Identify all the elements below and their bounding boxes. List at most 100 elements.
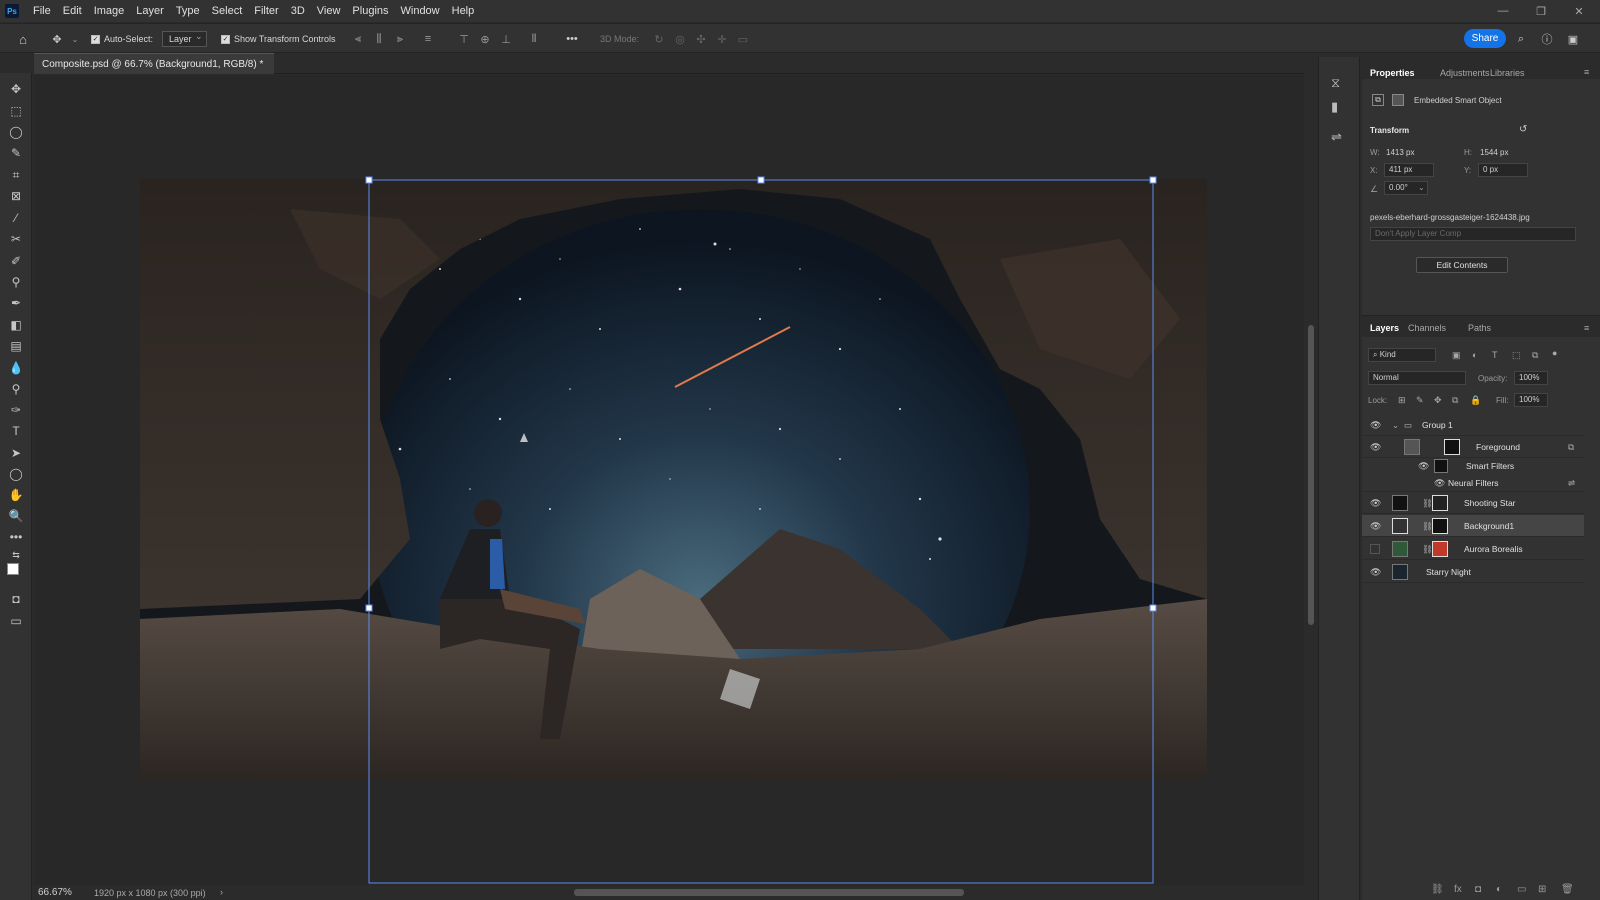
layer-neural-filters[interactable]: 👁 Neural Filters ⇌	[1362, 475, 1584, 492]
tab-layers[interactable]: Layers	[1370, 323, 1399, 333]
zoom-level[interactable]: 66.67%	[38, 887, 72, 898]
x-position-field[interactable]: 411 px	[1384, 163, 1434, 177]
chevron-down-icon[interactable]: ⌄	[1418, 183, 1425, 192]
opacity-field[interactable]: 100%	[1514, 371, 1548, 385]
layer-smart-filters[interactable]: 👁 Smart Filters	[1362, 458, 1584, 475]
layer-aurora-borealis[interactable]: ⛓ Aurora Borealis	[1362, 538, 1584, 560]
quick-select-tool-icon[interactable]: ✎	[8, 145, 24, 161]
delete-layer-icon[interactable]: 🗑	[1561, 884, 1574, 895]
adjustment-layer-icon[interactable]: ◐	[1496, 884, 1502, 895]
filter-pixel-icon[interactable]: ▣	[1452, 350, 1461, 361]
menu-view[interactable]: View	[311, 0, 347, 22]
transform-handle[interactable]	[1149, 604, 1157, 612]
checkbox-icon[interactable]: ✓	[91, 34, 100, 44]
distribute-vertical-icon[interactable]: ⫴	[527, 32, 541, 46]
orbit-3d-icon[interactable]: ↻	[652, 32, 666, 46]
lock-artboard-icon[interactable]: ⧉	[1452, 395, 1458, 406]
more-options-icon[interactable]: •••	[565, 32, 579, 46]
visibility-eye-icon[interactable]: 👁	[1370, 442, 1382, 452]
transform-handle[interactable]	[365, 176, 373, 184]
filter-shape-icon[interactable]: ⬚	[1512, 350, 1521, 361]
layer-group-1[interactable]: 👁 ⌄ ▭ Group 1	[1362, 414, 1584, 436]
lock-pixels-icon[interactable]: ✎	[1416, 395, 1424, 406]
menu-file[interactable]: File	[27, 0, 57, 22]
tab-adjustments[interactable]: Adjustments	[1440, 68, 1490, 78]
zoom-tool-icon[interactable]: 🔍	[8, 508, 24, 524]
auto-select-dropdown[interactable]: Layer	[162, 29, 207, 47]
gradient-tool-icon[interactable]: ▤	[8, 338, 24, 354]
comments-panel-icon[interactable]: ▮	[1331, 99, 1338, 115]
filter-adjustment-icon[interactable]: ◐	[1472, 350, 1477, 360]
panel-menu-icon[interactable]: ≡	[1584, 323, 1589, 333]
tab-paths[interactable]: Paths	[1468, 323, 1491, 333]
healing-tool-icon[interactable]: ✂	[8, 231, 24, 247]
new-group-icon[interactable]: ▭	[1517, 884, 1526, 895]
screen-mode-icon[interactable]: ▭	[8, 613, 24, 629]
menu-edit[interactable]: Edit	[57, 0, 88, 22]
close-window-button[interactable]: ✕	[1560, 0, 1598, 22]
brush-tool-icon[interactable]: ✐	[8, 253, 24, 269]
restore-button[interactable]: ❐	[1522, 0, 1560, 22]
visibility-eye-icon[interactable]: 👁	[1370, 420, 1382, 430]
history-brush-icon[interactable]: ✒	[8, 295, 24, 311]
layer-starry-night[interactable]: 👁 Starry Night	[1362, 561, 1584, 583]
lock-all-icon[interactable]: 🔒	[1470, 395, 1481, 406]
filter-smart-object-icon[interactable]: ⧉	[1532, 350, 1538, 361]
slide-3d-icon[interactable]: ✛	[715, 32, 729, 46]
align-middle-icon[interactable]: ⊕	[478, 32, 492, 46]
edit-contents-button[interactable]: Edit Contents	[1416, 257, 1508, 273]
filter-options-icon[interactable]: ⇌	[1568, 478, 1575, 489]
lock-transparency-icon[interactable]: ⊞	[1398, 395, 1406, 406]
checkbox-icon[interactable]: ✓	[221, 34, 230, 44]
visibility-eye-icon[interactable]: 👁	[1370, 567, 1382, 577]
tab-properties[interactable]: Properties	[1370, 68, 1415, 78]
document-tab[interactable]: Composite.psd @ 66.7% (Background1, RGB/…	[34, 53, 274, 91]
foreground-color-swatch[interactable]	[7, 563, 19, 575]
fx-icon[interactable]: fx	[1454, 884, 1462, 895]
tab-libraries[interactable]: Libraries	[1490, 68, 1525, 78]
reset-transform-icon[interactable]: ↺	[1519, 124, 1527, 135]
help-icon[interactable]: ⓘ	[1540, 32, 1554, 46]
visibility-eye-icon[interactable]: 👁	[1418, 461, 1430, 471]
fill-field[interactable]: 100%	[1514, 393, 1548, 407]
visibility-eye-icon[interactable]: 👁	[1370, 498, 1382, 508]
panel-menu-icon[interactable]: ≡	[1584, 67, 1589, 77]
menu-image[interactable]: Image	[88, 0, 131, 22]
path-select-tool-icon[interactable]: ➤	[8, 445, 24, 461]
align-center-icon[interactable]: ⫼	[372, 32, 386, 46]
eyedropper-tool-icon[interactable]: ⁄	[8, 210, 24, 226]
filter-toggle-icon[interactable]: ●	[1552, 348, 1557, 358]
transform-handle[interactable]	[1149, 176, 1157, 184]
y-position-field[interactable]: 0 px	[1478, 163, 1528, 177]
tab-channels[interactable]: Channels	[1408, 323, 1446, 333]
filter-type-icon[interactable]: T	[1492, 350, 1498, 360]
quick-mask-icon[interactable]: ◘	[8, 591, 24, 607]
blur-tool-icon[interactable]: 💧	[8, 360, 24, 376]
frame-tool-icon[interactable]: ⊠	[8, 188, 24, 204]
menu-help[interactable]: Help	[446, 0, 481, 22]
height-value[interactable]: 1544 px	[1480, 148, 1508, 157]
show-transform-checkbox[interactable]: ✓ Show Transform Controls	[221, 31, 336, 47]
transform-handle[interactable]	[365, 604, 373, 612]
move-tool-icon[interactable]: ✥	[8, 81, 24, 97]
home-icon[interactable]: ⌂	[16, 32, 30, 47]
layer-foreground[interactable]: 👁 Foreground ⧉	[1362, 436, 1584, 458]
stamp-tool-icon[interactable]: ⚲	[8, 274, 24, 290]
add-mask-icon[interactable]: ◘	[1475, 884, 1481, 895]
eraser-tool-icon[interactable]: ◧	[8, 317, 24, 333]
transform-box[interactable]	[34, 75, 1304, 885]
scroll-thumb[interactable]	[1308, 325, 1314, 625]
menu-3d[interactable]: 3D	[285, 0, 311, 22]
visibility-eye-icon[interactable]: 👁	[1434, 478, 1446, 488]
search-icon[interactable]: ⌕	[1514, 32, 1528, 46]
visibility-eye-icon[interactable]: 👁	[1370, 521, 1382, 531]
workspace-icon[interactable]: ▣	[1566, 32, 1580, 46]
menu-type[interactable]: Type	[170, 0, 206, 22]
hand-tool-icon[interactable]: ✋	[8, 487, 24, 503]
lasso-tool-icon[interactable]: ◯	[8, 124, 24, 140]
adjustments-panel-icon[interactable]: ⇌	[1331, 129, 1342, 145]
blend-mode-select[interactable]: Normal	[1368, 371, 1466, 385]
vertical-scrollbar[interactable]	[1306, 75, 1316, 885]
align-top-icon[interactable]: ⊤	[457, 32, 471, 46]
align-left-icon[interactable]: ⫷	[351, 32, 365, 46]
